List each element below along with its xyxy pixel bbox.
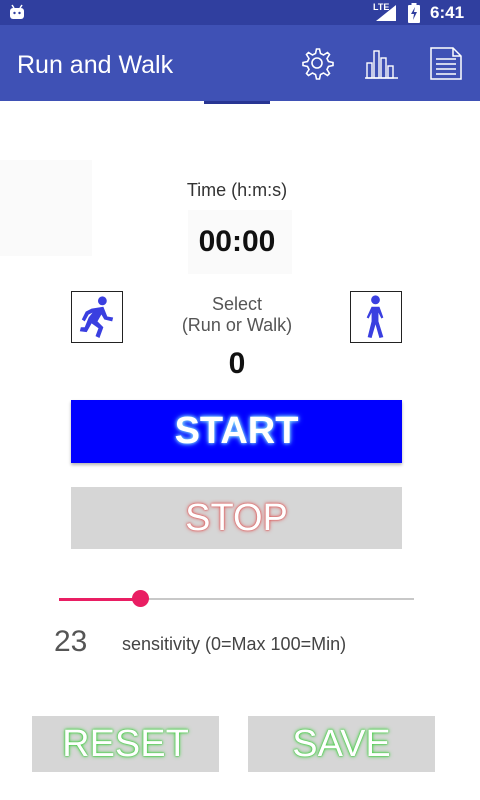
save-button[interactable]: SAVE [248,716,435,772]
stop-button[interactable]: STOP [71,487,402,549]
clock: 6:41 [430,3,465,22]
android-icon [8,3,26,26]
bar-chart-icon[interactable] [364,45,400,86]
signal-icon [376,5,398,26]
status-bar: LTE 6:41 [0,0,480,25]
slider-track-active [59,598,141,601]
reset-button[interactable]: RESET [32,716,219,772]
settings-icon[interactable] [299,45,335,86]
select-label-line1: Select [211,294,263,314]
tab-indicator [204,101,270,104]
time-label: Time (h:m:s) [186,180,288,200]
select-mode-label: Select (Run or Walk) [0,294,474,336]
document-icon[interactable] [428,45,464,86]
sensitivity-label: sensitivity (0=Max 100=Min) [122,634,347,654]
slider-thumb[interactable] [132,590,149,607]
step-count: 0 [228,347,246,380]
sensitivity-value: 23 [54,625,88,658]
app-title: Run and Walk [17,51,174,79]
select-label-line2: (Run or Walk) [181,315,293,335]
time-value: 00:00 [198,225,276,258]
start-button[interactable]: START [71,400,402,463]
slider-track-inactive [141,598,414,600]
app-bar: Run and Walk [0,25,480,101]
